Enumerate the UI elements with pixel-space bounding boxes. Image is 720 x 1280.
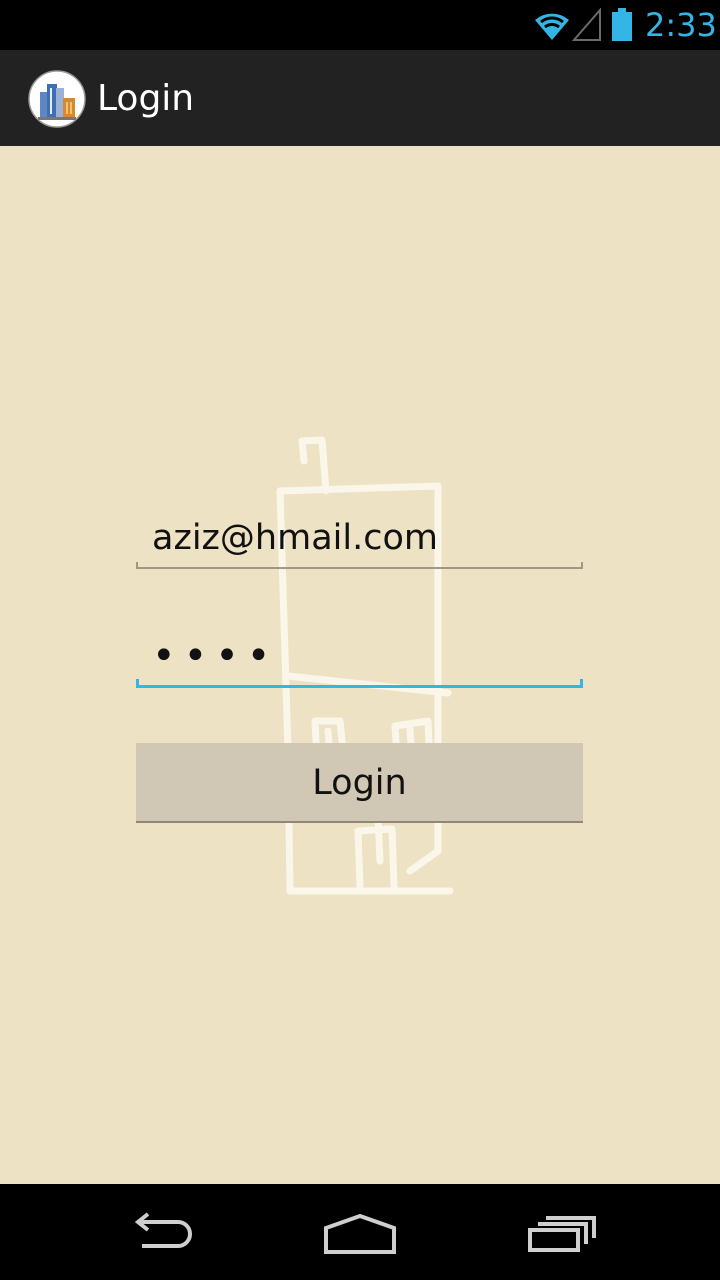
wifi-icon (533, 8, 571, 47)
recent-apps-icon[interactable] (520, 1204, 600, 1260)
password-value: •••• (152, 633, 279, 679)
action-bar: Login (0, 50, 720, 146)
login-button[interactable]: Login (136, 743, 583, 823)
email-value: aziz@hmail.com (152, 518, 438, 558)
navigation-bar (0, 1184, 720, 1280)
status-bar: 2:33 (0, 0, 720, 50)
buildings-icon[interactable] (28, 70, 86, 128)
password-underline-focused (136, 679, 583, 688)
home-icon[interactable] (320, 1204, 400, 1260)
screen: 2:33 Login aziz@hmail.com •••• Login (0, 0, 720, 1280)
battery-icon (611, 8, 633, 47)
page-title: Login (97, 78, 195, 119)
email-underline (136, 562, 583, 569)
back-icon[interactable] (120, 1204, 200, 1260)
password-field[interactable]: •••• (136, 630, 583, 688)
login-content: aziz@hmail.com •••• Login (0, 146, 720, 1184)
status-clock: 2:33 (645, 6, 717, 44)
signal-icon (571, 7, 602, 47)
email-field[interactable]: aziz@hmail.com (136, 512, 583, 569)
